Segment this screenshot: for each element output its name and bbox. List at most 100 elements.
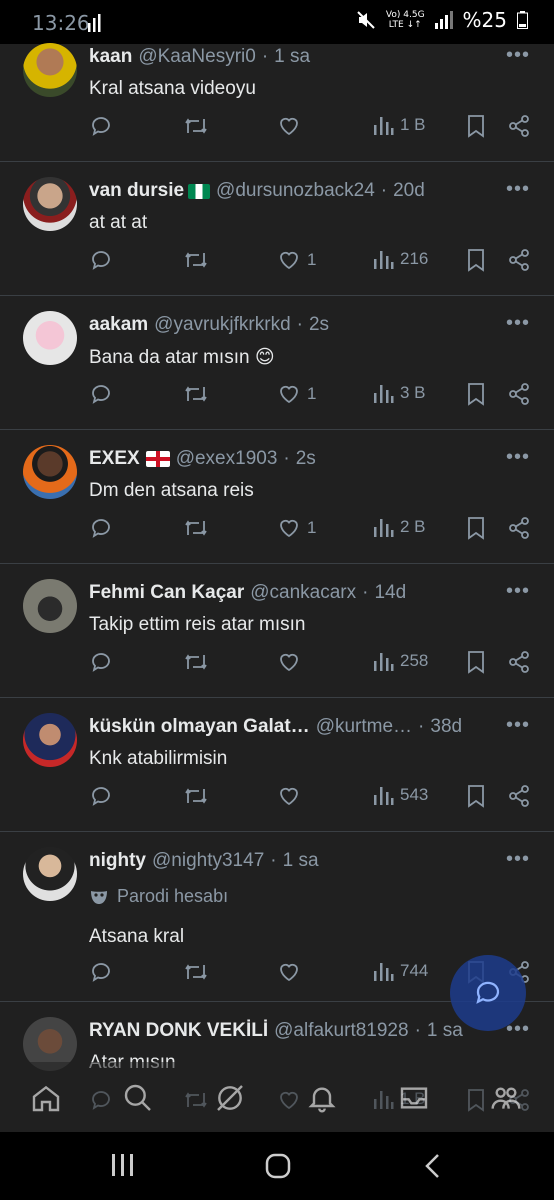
tweet-actions: 1 3 B — [0, 382, 554, 412]
username[interactable]: @nighty3147 — [152, 850, 264, 872]
more-options-icon[interactable]: ••• — [506, 44, 530, 67]
display-name[interactable]: EXEX — [89, 448, 140, 470]
like-button[interactable] — [277, 650, 307, 674]
separator-dot: · — [414, 1020, 421, 1041]
avatar[interactable] — [23, 847, 77, 901]
display-name[interactable]: van dursie — [89, 180, 184, 202]
display-name[interactable]: aakam — [89, 314, 148, 336]
like-button[interactable] — [277, 960, 307, 984]
tweet-reply[interactable]: aakam @yavrukjfkrkrkd · 2s ••• Bana da ata… — [0, 295, 554, 430]
username[interactable]: @exex1903 — [176, 448, 278, 470]
more-options-icon[interactable]: ••• — [506, 446, 530, 469]
avatar[interactable] — [23, 579, 77, 633]
like-button[interactable]: 1 — [277, 382, 316, 406]
compose-reply-button[interactable] — [450, 955, 526, 1031]
display-name[interactable]: RYAN DONK VEKİLİ — [89, 1020, 268, 1042]
tweet-reply[interactable]: EXEX @exex1903 · 2s ••• Dm den atsana reis… — [0, 429, 554, 564]
home-button-icon[interactable] — [264, 1152, 292, 1180]
avatar[interactable] — [23, 43, 77, 97]
display-name[interactable]: küskün olmayan Galat… — [89, 716, 310, 738]
tweet-reply[interactable]: Fehmi Can Kaçar @cankacarx · 14d ••• Takip… — [0, 563, 554, 698]
more-options-icon[interactable]: ••• — [506, 580, 530, 603]
username[interactable]: @alfakurt81928 — [274, 1020, 408, 1042]
share-button[interactable] — [507, 114, 531, 138]
retweet-button[interactable] — [183, 516, 209, 540]
reply-button[interactable] — [90, 114, 114, 138]
bookmark-button[interactable] — [466, 248, 486, 272]
search-icon[interactable] — [122, 1082, 154, 1114]
timestamp[interactable]: 20d — [393, 180, 425, 202]
timestamp[interactable]: 38d — [430, 716, 462, 738]
bookmark-button[interactable] — [466, 516, 486, 540]
notifications-icon[interactable] — [306, 1082, 338, 1114]
reply-button[interactable] — [90, 960, 114, 984]
views-button[interactable]: 543 — [372, 784, 428, 806]
username[interactable]: @yavrukjfkrkrkd — [154, 314, 290, 336]
bookmark-button[interactable] — [466, 114, 486, 138]
display-name[interactable]: kaan — [89, 46, 132, 68]
timestamp[interactable]: 14d — [374, 582, 406, 604]
recent-apps-icon[interactable] — [110, 1152, 136, 1178]
tweet-reply[interactable]: küskün olmayan Galat… @kurtme… · 38d ••• K… — [0, 697, 554, 832]
bookmark-button[interactable] — [466, 650, 486, 674]
bookmark-button[interactable] — [466, 382, 486, 406]
display-name[interactable]: Fehmi Can Kaçar — [89, 582, 244, 604]
share-button[interactable] — [507, 248, 531, 272]
views-button[interactable]: 744 — [372, 960, 428, 982]
back-icon[interactable] — [422, 1152, 444, 1180]
views-button[interactable]: 3 B — [372, 382, 426, 404]
avatar[interactable] — [23, 445, 77, 499]
timestamp[interactable]: 2s — [309, 314, 329, 336]
share-button[interactable] — [507, 516, 531, 540]
timestamp[interactable]: 1 sa — [283, 850, 319, 872]
tweet-reply[interactable]: van dursie @dursunozback24 · 20d ••• at at… — [0, 161, 554, 296]
more-options-icon[interactable]: ••• — [506, 848, 530, 871]
retweet-button[interactable] — [183, 248, 209, 272]
like-button[interactable]: 1 — [277, 248, 316, 272]
share-button[interactable] — [507, 650, 531, 674]
username[interactable]: @dursunozback24 — [216, 180, 375, 202]
retweet-button[interactable] — [183, 784, 209, 808]
username[interactable]: @kurtme… — [316, 716, 412, 738]
retweet-button[interactable] — [183, 382, 209, 406]
more-options-icon[interactable]: ••• — [506, 178, 530, 201]
reply-button[interactable] — [90, 516, 114, 540]
communities-icon[interactable] — [490, 1082, 522, 1114]
like-button[interactable] — [277, 784, 307, 808]
share-button[interactable] — [507, 784, 531, 808]
views-button[interactable]: 2 B — [372, 516, 426, 538]
messages-icon[interactable] — [398, 1082, 430, 1114]
bookmark-button[interactable] — [466, 784, 486, 808]
views-button[interactable]: 258 — [372, 650, 428, 672]
username[interactable]: @KaaNesyri0 — [138, 46, 256, 68]
reply-button[interactable] — [90, 650, 114, 674]
timestamp[interactable]: 2s — [296, 448, 316, 470]
retweet-button[interactable] — [183, 650, 209, 674]
reply-button[interactable] — [90, 784, 114, 808]
home-icon[interactable] — [30, 1082, 62, 1114]
tweet-text: Atsana kral — [89, 926, 185, 947]
like-button[interactable]: 1 — [277, 516, 316, 540]
avatar[interactable] — [23, 713, 77, 767]
share-icon — [509, 383, 529, 405]
reply-button[interactable] — [90, 382, 114, 406]
tweet-reply[interactable]: kaan @KaaNesyri0 · 1 sa ••• Kral atsana vi… — [0, 43, 554, 162]
username[interactable]: @cankacarx — [250, 582, 356, 604]
avatar[interactable] — [23, 311, 77, 365]
more-options-icon[interactable]: ••• — [506, 312, 530, 335]
share-button[interactable] — [507, 382, 531, 406]
bottom-navigation — [0, 1062, 554, 1132]
share-icon — [509, 651, 529, 673]
reply-button[interactable] — [90, 248, 114, 272]
retweet-button[interactable] — [183, 960, 209, 984]
avatar[interactable] — [23, 177, 77, 231]
retweet-button[interactable] — [183, 114, 209, 138]
more-options-icon[interactable]: ••• — [506, 714, 530, 737]
views-button[interactable]: 216 — [372, 248, 428, 270]
display-name[interactable]: nighty — [89, 850, 146, 872]
like-button[interactable] — [277, 114, 307, 138]
timestamp[interactable]: 1 sa — [274, 46, 310, 68]
views-button[interactable]: 1 B — [372, 114, 426, 136]
timestamp[interactable]: 1 sa — [427, 1020, 463, 1042]
grok-icon[interactable] — [214, 1082, 246, 1114]
